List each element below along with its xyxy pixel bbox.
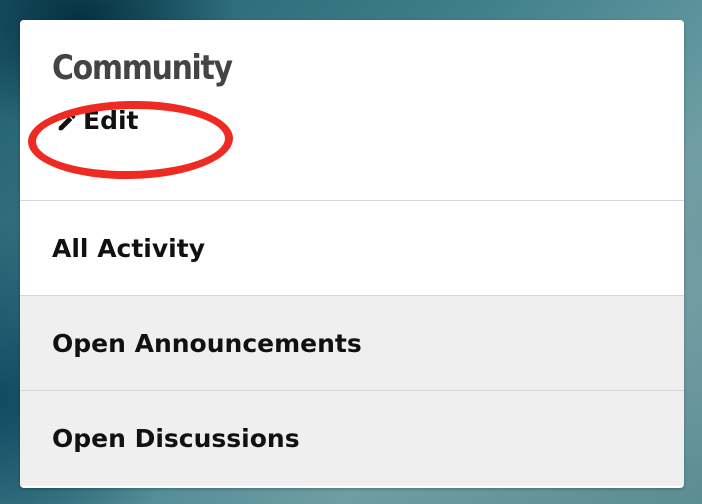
nav-item-label: All Activity	[52, 233, 205, 263]
nav-item-label: Open Discussions	[52, 424, 300, 453]
panel-title: Community	[52, 48, 233, 88]
pencil-icon	[56, 110, 78, 132]
nav-item-label: Open Announcements	[52, 328, 362, 358]
panel-header: Community Edit	[20, 20, 684, 201]
nav-item-open-discussions[interactable]: Open Discussions	[20, 391, 684, 486]
nav-item-open-announcements[interactable]: Open Announcements	[20, 296, 684, 391]
nav-item-all-activity[interactable]: All Activity	[20, 201, 684, 296]
edit-label: Edit	[83, 106, 139, 135]
nav-list: All Activity Open Announcements Open Dis…	[20, 201, 684, 486]
edit-link[interactable]: Edit	[56, 106, 139, 135]
community-panel: Community Edit All Activity Open Announc…	[20, 20, 684, 488]
